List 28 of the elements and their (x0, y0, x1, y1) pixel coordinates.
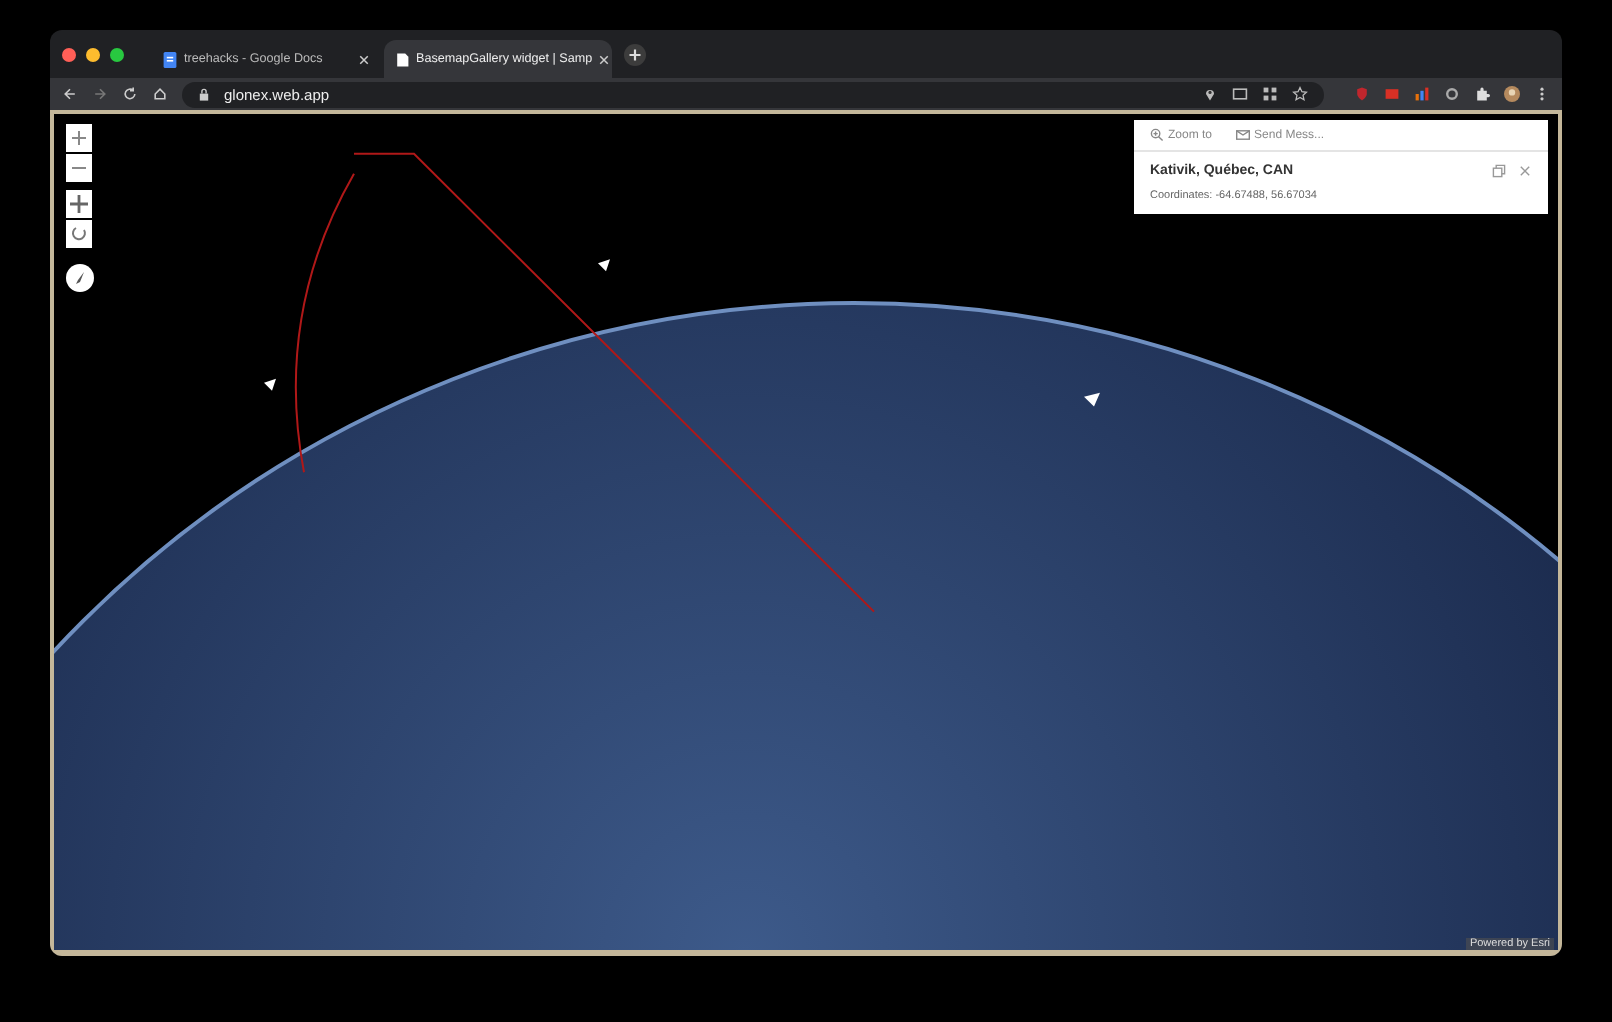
zoom-icon (1150, 128, 1164, 142)
dock-icon[interactable] (1492, 164, 1506, 178)
minimize-window-icon[interactable] (86, 47, 100, 61)
close-window-icon[interactable] (62, 47, 76, 61)
zoom-out-icon[interactable] (66, 154, 92, 182)
avatar-icon[interactable] (1504, 86, 1520, 102)
reload-icon[interactable] (122, 86, 138, 102)
location-pin-icon[interactable] (1202, 86, 1218, 102)
back-icon[interactable] (62, 86, 78, 102)
zoom-in-icon[interactable] (66, 124, 92, 152)
bookmark-star-icon[interactable] (1292, 86, 1308, 102)
compass-icon[interactable] (66, 264, 94, 292)
lock-icon (198, 87, 210, 101)
puzzle-icon[interactable] (1474, 86, 1490, 102)
rotate-icon[interactable] (66, 220, 92, 248)
page-icon (394, 51, 410, 67)
new-tab-icon[interactable] (624, 43, 646, 65)
maximize-window-icon[interactable] (110, 47, 124, 61)
bars-extension-icon[interactable] (1414, 86, 1430, 102)
close-icon[interactable] (1518, 164, 1532, 178)
document-icon (162, 51, 178, 67)
extension-icon[interactable] (1384, 86, 1400, 102)
home-icon[interactable] (152, 86, 168, 102)
close-tab-icon[interactable] (358, 53, 370, 65)
envelope-icon (1236, 128, 1251, 142)
pan-icon[interactable] (66, 190, 92, 218)
close-tab-icon[interactable] (598, 53, 611, 65)
forward-icon[interactable] (92, 86, 108, 102)
